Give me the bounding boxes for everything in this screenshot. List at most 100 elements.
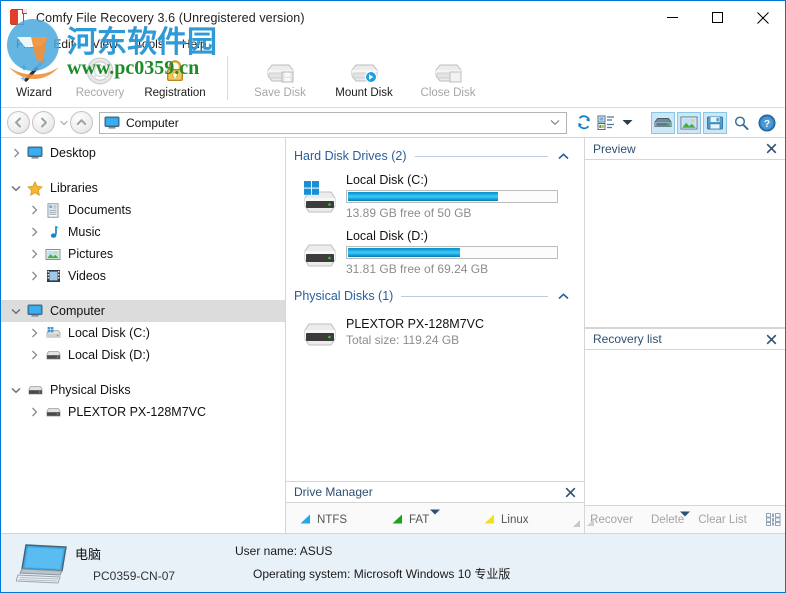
drive-manager-close-button[interactable] (562, 487, 578, 498)
preview-toggle[interactable] (677, 111, 701, 134)
resize-grip[interactable] (572, 517, 581, 531)
drive-name: Local Disk (D:) (346, 229, 428, 243)
chevron-right-icon[interactable] (7, 148, 25, 158)
close-button[interactable] (740, 1, 785, 34)
menu-edit[interactable]: Edit (44, 35, 83, 53)
group-divider (401, 295, 548, 297)
chevron-up-icon[interactable] (556, 292, 570, 300)
tree-item-music[interactable]: Music (1, 221, 285, 243)
refresh-button[interactable] (573, 115, 595, 130)
clear-list-button[interactable]: Clear List (691, 514, 754, 526)
help-button[interactable]: ? (755, 112, 779, 134)
chevron-up-icon[interactable] (556, 152, 570, 160)
drive-manager-toggle[interactable] (651, 111, 675, 134)
chevron-right-icon[interactable] (25, 271, 43, 281)
forward-arrow-icon (41, 117, 47, 128)
tree-item-desktop[interactable]: Desktop (1, 142, 285, 164)
chevron-right-icon[interactable] (25, 205, 43, 215)
chevron-right-icon[interactable] (25, 328, 43, 338)
drive-info: Local Disk (D:) 31.81 GB free of 69.24 G… (346, 229, 570, 276)
preview-close-button[interactable] (763, 143, 779, 154)
recovery-button[interactable]: Recovery (67, 54, 133, 104)
physical-disk-row[interactable]: PLEXTOR PX-128M7VC Total size: 119.24 GB (294, 310, 570, 357)
view-mode-button[interactable] (595, 113, 617, 133)
tree-item-local-disk-d[interactable]: Local Disk (D:) (1, 344, 285, 366)
tree-item-local-disk-c[interactable]: Local Disk (C:) (1, 322, 285, 344)
address-combo[interactable]: Computer (99, 111, 567, 134)
history-dropdown-button[interactable] (57, 111, 70, 134)
triangle-marker-icon (300, 513, 311, 527)
chevron-right-icon[interactable] (25, 249, 43, 259)
view-mode-icon (597, 115, 614, 130)
chevron-right-icon[interactable] (25, 227, 43, 237)
tree-item-plextor[interactable]: PLEXTOR PX-128M7VC (1, 401, 285, 423)
close-icon (766, 143, 776, 154)
save-disk-button[interactable]: Save Disk (238, 54, 322, 104)
mount-disk-button[interactable]: Mount Disk (322, 54, 406, 104)
tree-label: Computer (50, 304, 105, 318)
menu-file[interactable]: File (7, 35, 44, 53)
registration-button[interactable]: Registration (133, 54, 217, 104)
recovery-list-footer: Recover Delete Clear List (585, 505, 785, 533)
recovery-list-content[interactable] (585, 350, 785, 505)
recovery-list-close-button[interactable] (763, 334, 779, 345)
folder-tree[interactable]: Desktop Libraries Documents Music Pictur… (1, 138, 286, 533)
drive-manager-expand-button[interactable] (430, 504, 441, 518)
legend-ntfs: NTFS (300, 513, 392, 527)
tree-item-pictures[interactable]: Pictures (1, 243, 285, 265)
back-button[interactable] (7, 111, 30, 134)
hard-disk-drives-group-header[interactable]: Hard Disk Drives (2) (294, 146, 570, 166)
maximize-button[interactable] (695, 1, 740, 34)
menu-tools[interactable]: Tools (127, 35, 173, 53)
legend-label: FAT (409, 514, 430, 526)
windows-drive-icon (294, 178, 346, 216)
up-button[interactable] (70, 111, 93, 134)
chevron-down-icon[interactable] (7, 185, 25, 192)
physical-disks-group-header[interactable]: Physical Disks (1) (294, 286, 570, 306)
chevron-down-icon (622, 120, 632, 125)
address-dropdown-button[interactable] (546, 119, 564, 126)
tree-item-physical-disks[interactable]: Physical Disks (1, 379, 285, 401)
grid-view-button[interactable] (758, 513, 786, 526)
tree-label: Pictures (68, 247, 114, 261)
registration-label: Registration (144, 87, 206, 99)
window-title: Comfy File Recovery 3.6 (Unregistered ve… (36, 10, 305, 25)
tree-label: Local Disk (C:) (68, 326, 150, 340)
tree-item-computer[interactable]: Computer (1, 300, 285, 322)
forward-button[interactable] (32, 111, 55, 134)
drive-icon (294, 234, 346, 272)
videos-icon (43, 269, 63, 283)
drive-row-c[interactable]: Local Disk (C:) 13.89 GB free of 50 GB (294, 170, 570, 226)
wizard-button[interactable]: Wizard (1, 54, 67, 104)
tree-item-documents[interactable]: Documents (1, 199, 285, 221)
chevron-down-icon[interactable] (7, 308, 25, 315)
close-icon (565, 487, 575, 497)
desktop-icon (25, 146, 45, 160)
recovery-list-expand-button[interactable] (680, 506, 691, 520)
chevron-right-icon[interactable] (25, 350, 43, 360)
history-caret-icon (59, 120, 68, 125)
close-disk-button[interactable]: Close Disk (406, 54, 490, 104)
legend-linux: Linux (484, 513, 576, 527)
drive-row-d[interactable]: Local Disk (D:) 31.81 GB free of 69.24 G… (294, 226, 570, 282)
resize-grip[interactable] (587, 516, 595, 530)
computer-name: PC0359-CN-07 (93, 568, 176, 583)
chevron-right-icon[interactable] (25, 407, 43, 417)
close-icon (756, 11, 769, 24)
tree-item-videos[interactable]: Videos (1, 265, 285, 287)
menu-help[interactable]: Help (173, 35, 216, 53)
save-disk-icon (263, 56, 297, 86)
preview-header: Preview (585, 138, 785, 160)
legend-label: Linux (501, 514, 529, 526)
chevron-down-icon[interactable] (7, 387, 25, 394)
preview-panel-icon (680, 116, 698, 129)
music-icon (43, 225, 63, 240)
tree-item-libraries[interactable]: Libraries (1, 177, 285, 199)
menu-view[interactable]: View (83, 35, 127, 53)
minimize-button[interactable] (650, 1, 695, 34)
main-toolbar: Wizard Recovery Registration Save Disk M… (1, 54, 785, 108)
search-button[interactable] (729, 112, 753, 134)
view-mode-dropdown-button[interactable] (619, 119, 635, 126)
wand-icon (19, 56, 49, 86)
recovery-list-toggle[interactable] (703, 111, 727, 134)
